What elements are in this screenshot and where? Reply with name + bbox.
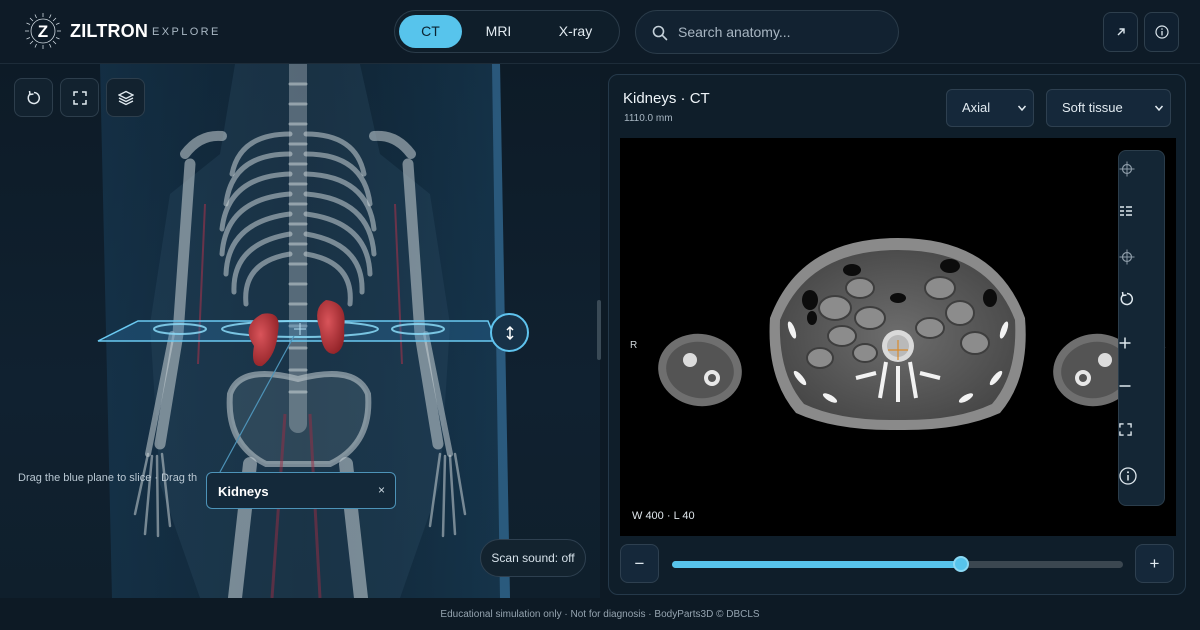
selected-organ-label: Kidneys — [218, 484, 269, 499]
footer-disclaimer: Educational simulation only · Not for di… — [440, 609, 760, 620]
slice-next-button[interactable]: + — [1135, 544, 1174, 583]
ct-info-button[interactable] — [1119, 467, 1164, 499]
slice-position: 1110.0 mm — [624, 113, 673, 124]
chevron-down-icon — [1017, 105, 1027, 112]
reset-view-button[interactable] — [14, 78, 53, 117]
crosshair-icon — [1119, 161, 1135, 177]
slice-slider-fill — [672, 561, 961, 568]
slice-plane-handle[interactable] — [490, 313, 529, 352]
ct-tool-rail — [1118, 150, 1165, 506]
selected-organ-tag: Kidneys × — [206, 472, 396, 509]
minus-icon: − — [634, 553, 645, 573]
plane-select-value: Axial — [962, 100, 991, 115]
search-box — [635, 10, 899, 54]
brand-subtitle: EXPLORE — [152, 26, 221, 38]
ct-panel: Kidneys · CT 1110.0 mm Axial Soft tissue — [608, 74, 1186, 595]
ct-slice-image[interactable]: R L W 400 · L 40 — [620, 138, 1176, 536]
search-icon — [652, 25, 668, 41]
zoom-in-button[interactable] — [1119, 337, 1164, 369]
tab-ct[interactable]: CT — [399, 15, 462, 48]
plus-icon: + — [1149, 553, 1160, 573]
info-button[interactable] — [1144, 12, 1179, 52]
top-bar: Z ZILTRON EXPLORE CT MRI X-ray — [0, 0, 1200, 64]
close-icon[interactable]: × — [378, 483, 385, 497]
brand-name: ZILTRON — [70, 21, 149, 41]
layers-icon — [117, 90, 134, 105]
viewer-hint: Drag the blue plane to slice · Drag th — [18, 472, 198, 484]
info-icon — [1119, 467, 1137, 485]
orientation-right-label: R — [630, 340, 638, 351]
tab-mri[interactable]: MRI — [467, 15, 530, 48]
fit-view-button[interactable] — [1119, 423, 1164, 455]
fullscreen-icon — [1119, 423, 1132, 436]
rotate-tool-button[interactable] — [1119, 291, 1164, 323]
list-icon — [1120, 206, 1132, 216]
modality-toggle: CT MRI X-ray — [394, 10, 620, 53]
slice-slider-thumb[interactable] — [952, 556, 969, 572]
info-icon — [1154, 25, 1169, 39]
layers-button[interactable] — [106, 78, 145, 117]
svg-text:Z: Z — [38, 22, 48, 41]
plane-select[interactable]: Axial — [946, 89, 1034, 127]
chevron-down-icon — [1154, 105, 1164, 112]
rotate-icon — [1120, 291, 1133, 306]
window-preset-select[interactable]: Soft tissue — [1046, 89, 1171, 127]
fullscreen-icon — [72, 90, 87, 105]
fullscreen-button[interactable] — [60, 78, 99, 117]
panel-title: Kidneys · CT — [623, 90, 710, 107]
scan-sound-toggle[interactable]: Scan sound: off — [480, 539, 586, 577]
logo-icon: Z — [25, 13, 61, 49]
crosshair-tool-button[interactable] — [1119, 161, 1164, 193]
zoom-out-button[interactable] — [1119, 380, 1164, 412]
ct-axial-image — [658, 238, 1137, 431]
window-select-value: Soft tissue — [1062, 100, 1123, 115]
zoom-in-icon — [1119, 337, 1131, 349]
share-button[interactable] — [1103, 12, 1138, 52]
tab-xray[interactable]: X-ray — [540, 15, 611, 48]
slice-slider-track[interactable] — [672, 561, 1123, 568]
anatomy-3d-viewer[interactable]: Drag the blue plane to slice · Drag th K… — [0, 64, 600, 598]
search-input[interactable] — [678, 21, 883, 43]
zoom-out-icon — [1119, 385, 1131, 387]
slice-previous-button[interactable]: − — [620, 544, 659, 583]
vertical-arrows-icon — [505, 325, 514, 340]
reset-rotate-icon — [27, 90, 40, 104]
external-arrow-icon — [1117, 28, 1125, 36]
crosshair-icon — [1119, 249, 1135, 265]
window-level-readout: W 400 · L 40 — [632, 510, 695, 522]
crosshair-tool-button-2[interactable] — [1119, 249, 1164, 281]
list-tool-button[interactable] — [1119, 205, 1164, 237]
pane-splitter[interactable] — [597, 300, 601, 360]
